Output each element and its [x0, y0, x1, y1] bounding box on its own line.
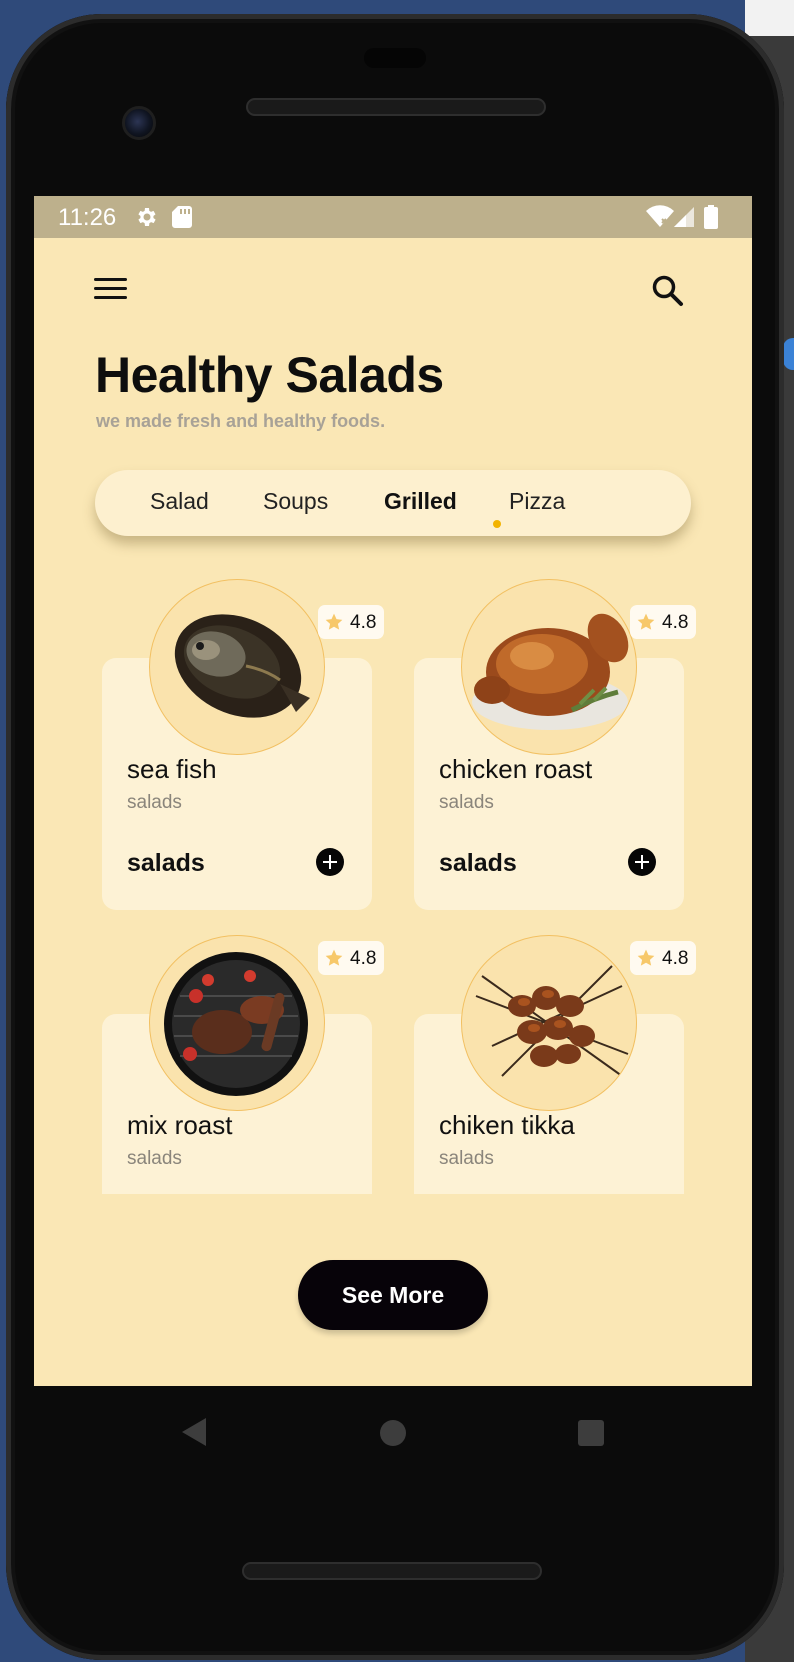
- food-category: salads: [127, 1148, 182, 1169]
- rating-value: 4.8: [350, 612, 377, 633]
- active-tab-indicator: [493, 520, 501, 528]
- home-icon[interactable]: [380, 1420, 406, 1446]
- see-more-button[interactable]: See More: [298, 1260, 488, 1330]
- menu-icon: [94, 278, 134, 299]
- gear-icon: [138, 208, 156, 226]
- battery-icon: [704, 205, 718, 229]
- star-icon: [325, 613, 343, 630]
- rating-badge: 4.8: [318, 605, 384, 639]
- tab-pizza[interactable]: Pizza: [509, 488, 565, 515]
- bottom-speaker: [242, 1562, 542, 1580]
- recent-apps-icon[interactable]: [578, 1420, 604, 1446]
- search-icon: [652, 275, 683, 306]
- sd-card-icon: [172, 206, 192, 228]
- tab-grilled[interactable]: Grilled: [384, 488, 457, 515]
- star-icon: [637, 613, 655, 630]
- add-to-cart-button[interactable]: [628, 848, 656, 876]
- status-bar: 11:26: [34, 196, 752, 238]
- skewers-image: [461, 935, 637, 1111]
- earpiece-speaker: [246, 98, 546, 116]
- app-screen: 11:26 Healthy Salads we made fresh and h…: [34, 196, 752, 1386]
- desktop-badge: [783, 338, 794, 370]
- wifi-icon: [646, 205, 674, 227]
- rating-badge: 4.8: [630, 605, 696, 639]
- system-navigation-bar: [34, 1386, 752, 1496]
- food-price: salads: [127, 849, 205, 877]
- rating-value: 4.8: [662, 612, 689, 633]
- page-title: Healthy Salads: [95, 347, 444, 403]
- food-name: sea fish: [127, 754, 217, 784]
- food-name: chicken roast: [439, 754, 593, 784]
- food-category: salads: [439, 1148, 494, 1169]
- roast-chicken-image: [461, 579, 637, 755]
- tab-soups[interactable]: Soups: [263, 488, 328, 515]
- back-icon[interactable]: [182, 1418, 206, 1446]
- tab-salad[interactable]: Salad: [150, 488, 209, 515]
- star-icon: [637, 949, 655, 966]
- app-header: [34, 238, 752, 348]
- category-tabs: Salad Soups Grilled Pizza: [95, 470, 691, 536]
- food-name: chiken tikka: [439, 1110, 575, 1140]
- front-camera: [122, 106, 156, 140]
- rating-value: 4.8: [662, 948, 689, 969]
- signal-icon: [674, 207, 694, 227]
- rating-value: 4.8: [350, 948, 377, 969]
- rating-badge: 4.8: [630, 941, 696, 975]
- food-category: salads: [127, 792, 182, 813]
- rating-badge: 4.8: [318, 941, 384, 975]
- fish-image: [149, 579, 325, 755]
- page-subtitle: we made fresh and healthy foods.: [96, 411, 386, 431]
- grill-platter-image: [149, 935, 325, 1111]
- star-icon: [325, 949, 343, 966]
- menu-button[interactable]: [94, 274, 134, 308]
- add-to-cart-button[interactable]: [316, 848, 344, 876]
- search-button[interactable]: [650, 273, 690, 313]
- desktop-panel-top: [745, 0, 794, 36]
- phone-sensor: [364, 48, 426, 68]
- status-time: 11:26: [58, 204, 117, 231]
- food-price: salads: [439, 849, 517, 877]
- food-name: mix roast: [127, 1110, 233, 1140]
- food-category: salads: [439, 792, 494, 813]
